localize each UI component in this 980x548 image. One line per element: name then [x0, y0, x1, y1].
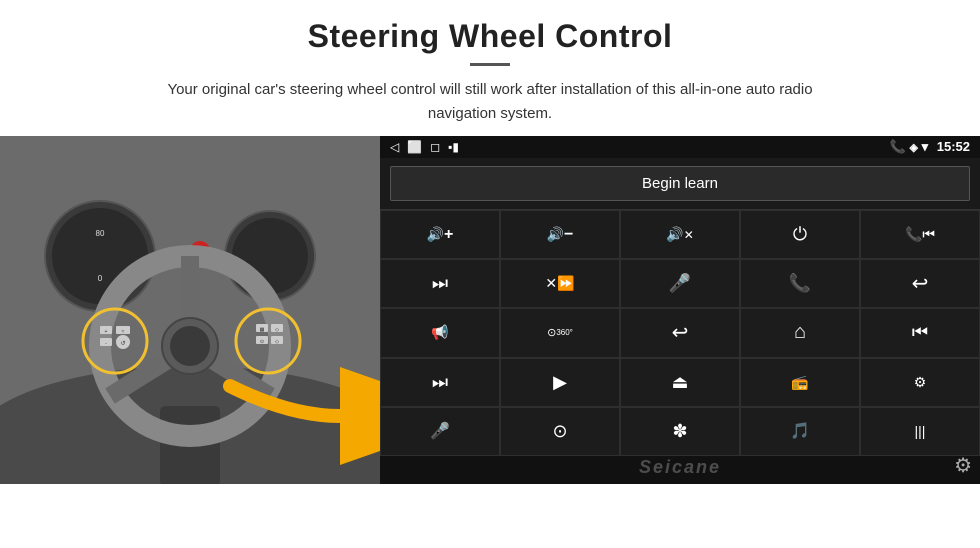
begin-learn-button[interactable]: Begin learn	[390, 166, 970, 201]
end-call-button[interactable]: ↩	[860, 259, 980, 308]
page-title: Steering Wheel Control	[60, 18, 920, 55]
horn-button[interactable]: 📢	[380, 308, 500, 357]
seicane-watermark: Seicane	[639, 457, 721, 478]
svg-text:0: 0	[98, 274, 103, 283]
svg-text:⊙: ⊙	[260, 339, 264, 345]
eject-button[interactable]: ⏏	[620, 358, 740, 407]
battery-icon: ▪▮	[448, 140, 459, 154]
mute-button[interactable]: 🔊✕	[620, 210, 740, 259]
header-section: Steering Wheel Control Your original car…	[0, 0, 980, 136]
phone-prev-button[interactable]: 📞⏮	[860, 210, 980, 259]
subtitle-text: Your original car's steering wheel contr…	[140, 78, 840, 126]
svg-text:▦: ▦	[260, 327, 265, 333]
status-bar: ◁ ⬜ ◻ ▪▮ 📞 ◈ ▾ 15:52	[380, 136, 980, 158]
svg-text:+: +	[105, 329, 108, 335]
svg-text:≈: ≈	[122, 329, 125, 335]
radio-button[interactable]: 📻	[740, 358, 860, 407]
content-row: 80 0 + -	[0, 136, 980, 548]
vol-down-button[interactable]: 🔊−	[500, 210, 620, 259]
navigate-button[interactable]: ▶	[500, 358, 620, 407]
eq-settings-button[interactable]: ⚙	[860, 358, 980, 407]
wifi-icon: ▾	[922, 139, 929, 154]
car-photo: 80 0 + -	[0, 136, 380, 484]
status-left: ◁ ⬜ ◻ ▪▮	[390, 140, 459, 154]
android-ui: ◁ ⬜ ◻ ▪▮ 📞 ◈ ▾ 15:52 Begin learn	[380, 136, 980, 484]
bluetooth-button[interactable]: ✽	[620, 407, 740, 456]
home-nav-icon[interactable]: ⬜	[407, 140, 422, 154]
phone-status-icon: 📞	[890, 139, 906, 154]
time-display: 15:52	[937, 139, 970, 154]
phone-button[interactable]: 📞	[740, 259, 860, 308]
svg-text:◇: ◇	[275, 327, 279, 333]
back-nav-icon[interactable]: ◁	[390, 140, 399, 154]
gear-icon[interactable]: ⚙	[954, 453, 972, 478]
settings-knob-button[interactable]: ⊙	[500, 407, 620, 456]
status-right: 📞 ◈ ▾ 15:52	[890, 139, 970, 155]
next-track-button[interactable]: ⏭	[380, 259, 500, 308]
recent-nav-icon[interactable]: ◻	[430, 140, 440, 154]
controls-grid: 🔊+ 🔊− 🔊✕ ⏻ 📞⏮ ⏭ ✕⏩ 🎤 📞 ↩ 📢 ⊙360° ↩ ⌂ ⏮ ⏭	[380, 209, 980, 456]
page-container: Steering Wheel Control Your original car…	[0, 0, 980, 548]
mic-button[interactable]: 🎤	[620, 259, 740, 308]
prev-chapter-button[interactable]: ⏮	[860, 308, 980, 357]
title-divider	[470, 63, 510, 66]
svg-text:↺: ↺	[120, 340, 125, 347]
location-icon: ◈	[910, 142, 918, 154]
vol-up-button[interactable]: 🔊+	[380, 210, 500, 259]
power-button[interactable]: ⏻	[740, 210, 860, 259]
voice-button[interactable]: 🎤	[380, 407, 500, 456]
home-button[interactable]: ⌂	[740, 308, 860, 357]
back-button[interactable]: ↩	[620, 308, 740, 357]
fast-forward-button[interactable]: ✕⏩	[500, 259, 620, 308]
music-button[interactable]: 🎵	[740, 407, 860, 456]
360-view-button[interactable]: ⊙360°	[500, 308, 620, 357]
svg-text:◇: ◇	[275, 339, 279, 345]
skip-forward-button[interactable]: ⏭	[380, 358, 500, 407]
svg-text:80: 80	[96, 229, 105, 238]
equalizer-button[interactable]: |||	[860, 407, 980, 456]
begin-learn-row: Begin learn	[380, 158, 980, 209]
